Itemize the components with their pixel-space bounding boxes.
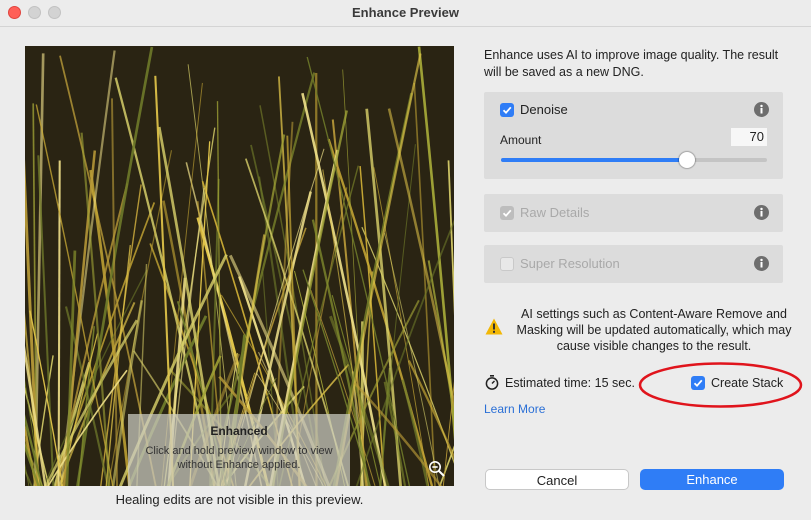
learn-more-link[interactable]: Learn More [484,402,545,416]
stopwatch-icon [485,375,499,390]
checkmark-icon [502,106,512,115]
window-title: Enhance Preview [352,5,459,20]
title-bar: Enhance Preview [0,0,811,26]
denoise-label: Denoise [520,102,568,117]
preview-note: Healing edits are not visible in this pr… [115,492,364,507]
cancel-button[interactable]: Cancel [485,469,629,490]
checkmark-icon [502,209,512,218]
enhanced-overlay: Enhanced Click and hold preview window t… [128,414,350,486]
super-resolution-panel: Super Resolution [484,245,783,283]
amount-label: Amount [500,133,542,147]
denoise-panel: Denoise Amount 70 [484,92,783,179]
warning-text: AI settings such as Content-Aware Remove… [516,307,792,353]
enhance-button[interactable]: Enhance [640,469,784,490]
amount-slider-fill [501,158,688,162]
overlay-text: Click and hold preview window to view wi… [145,445,333,471]
warning-icon [485,318,503,335]
denoise-checkbox[interactable] [500,103,514,117]
super-resolution-checkbox[interactable] [500,257,514,271]
raw-details-panel: Raw Details [484,194,783,232]
info-icon[interactable] [754,205,769,220]
raw-details-checkbox[interactable] [500,206,514,220]
estimated-time: Estimated time: 15 sec. [505,376,635,390]
amount-slider[interactable] [501,152,767,168]
annotation-ellipse [638,362,803,408]
intro-text: Enhance uses AI to improve image quality… [484,48,779,79]
amount-slider-thumb[interactable] [679,152,696,168]
overlay-title: Enhanced [210,424,268,438]
zoom-out-icon[interactable] [428,460,446,478]
preview-image[interactable]: Enhanced Click and hold preview window t… [25,46,454,486]
title-divider [0,26,811,27]
amount-input[interactable]: 70 [731,128,767,146]
info-icon[interactable] [754,256,769,271]
info-icon[interactable] [754,102,769,117]
raw-details-label: Raw Details [520,205,590,220]
super-resolution-label: Super Resolution [520,256,620,271]
